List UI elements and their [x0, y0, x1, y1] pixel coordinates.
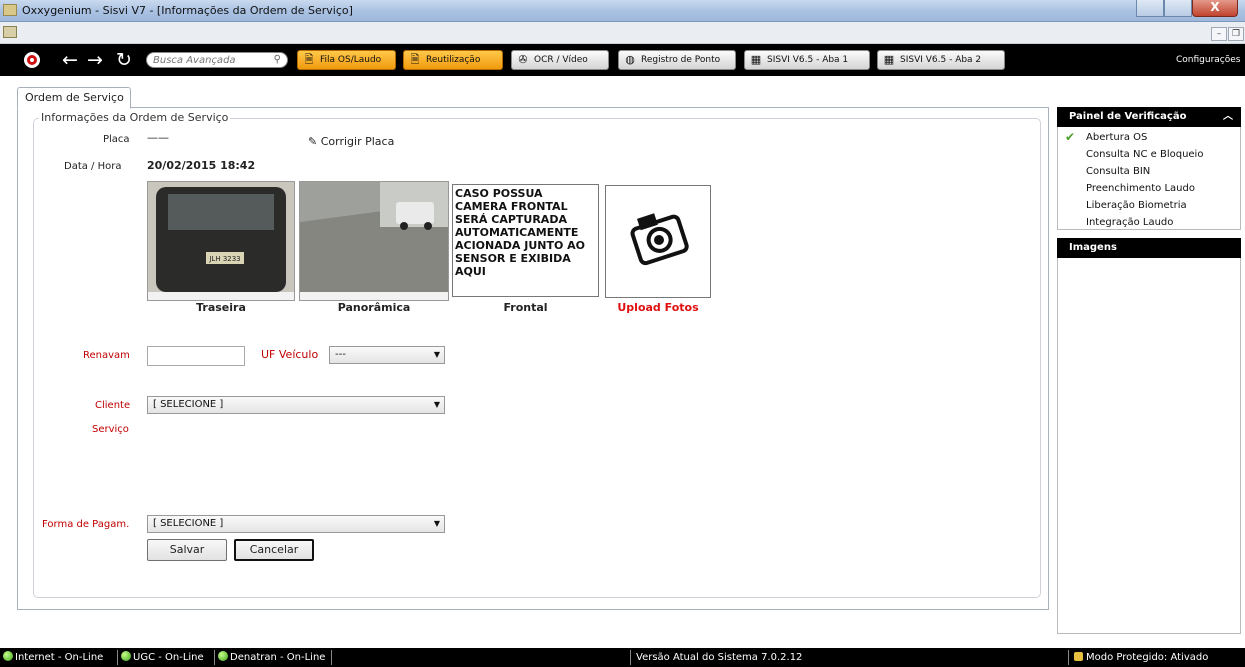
renavam-label: Renavam: [83, 350, 130, 361]
checklist-item: Preenchimento Laudo: [1086, 183, 1195, 194]
forward-arrow-icon[interactable]: →: [87, 44, 103, 76]
checklist-item: Liberação Biometria: [1086, 200, 1187, 211]
sisvi-aba2-button[interactable]: ▦ SISVI V6.5 - Aba 2: [877, 50, 1005, 70]
cliente-select[interactable]: [ SELECIONE ] ▼: [147, 396, 445, 414]
datahora-label: Data / Hora: [64, 161, 122, 172]
close-button[interactable]: X: [1192, 0, 1238, 17]
grid-icon: ▦: [883, 53, 895, 66]
film-reel-icon: ✇: [518, 53, 528, 66]
status-bar: Internet - On-Line UGC - On-Line Denatra…: [0, 648, 1245, 667]
caption-frontal: Frontal: [503, 301, 548, 314]
status-divider: [331, 650, 332, 665]
upload-fotos-link[interactable]: Upload Fotos: [605, 301, 711, 314]
caption-traseira: Traseira: [196, 301, 246, 314]
plate-text: JLH 3233: [208, 255, 240, 263]
frontal-placeholder: CASO POSSUA CAMERA FRONTAL SERÁ CAPTURAD…: [452, 184, 599, 297]
renavam-input[interactable]: [147, 346, 245, 366]
placa-label: Placa: [103, 134, 130, 145]
datahora-value: 20/02/2015 18:42: [147, 159, 256, 172]
lock-icon: [1074, 652, 1083, 661]
caption-panoramica: Panorâmica: [337, 301, 411, 314]
forma-pagamento-select[interactable]: [ SELECIONE ] ▼: [147, 515, 445, 533]
checklist-item: Consulta BIN: [1086, 166, 1151, 177]
app-icon: [3, 4, 17, 16]
corrigir-placa-link[interactable]: ✎ Corrigir Placa: [308, 135, 394, 148]
photo-traseira[interactable]: JLH 3233: [147, 181, 295, 301]
cancelar-button[interactable]: Cancelar: [234, 539, 314, 561]
painel-verificacao-header[interactable]: Painel de Verificação ︿: [1057, 107, 1241, 127]
logo-icon[interactable]: [22, 44, 42, 80]
checklist-item: Abertura OS: [1086, 132, 1148, 143]
online-status-icon: [3, 651, 13, 661]
status-modo-protegido: Modo Protegido: Ativado: [1074, 648, 1208, 667]
search-icon[interactable]: ⚲: [274, 53, 281, 67]
status-ugc: UGC - On-Line: [121, 648, 204, 667]
checkmark-icon: ✔: [1065, 130, 1076, 144]
imagens-header: Imagens: [1057, 238, 1241, 258]
checklist-item: Consulta NC e Bloqueio: [1086, 149, 1204, 160]
mdi-menubar: – ❐: [0, 22, 1245, 44]
servico-label: Serviço: [92, 424, 129, 435]
main-toolbar: ← → ↻ ⚲ 🗎Fila OS/Laudo 🗎Reutilização ✇OC…: [0, 44, 1245, 76]
ocr-video-button[interactable]: ✇ OCR / Vídeo: [511, 50, 609, 70]
online-status-icon: [121, 651, 131, 661]
registro-ponto-button[interactable]: ◍ Registro de Ponto: [618, 50, 736, 70]
forma-pagamento-label: Forma de Pagam.: [42, 519, 130, 530]
fieldset-legend: Informações da Ordem de Serviço: [39, 111, 231, 124]
window-titlebar: Oxxygenium - Sisvi V7 - [Informações da …: [0, 0, 1245, 22]
status-denatran: Denatran - On-Line: [218, 648, 325, 667]
pencil-icon: ✎: [308, 135, 318, 148]
maximize-button[interactable]: [1164, 0, 1192, 17]
search-input[interactable]: [153, 53, 263, 68]
tab-ordem-servico[interactable]: Ordem de Serviço: [17, 87, 131, 109]
photo-panoramica[interactable]: [299, 181, 449, 301]
status-divider: [117, 650, 118, 665]
checklist-item: Integração Laudo: [1086, 217, 1174, 228]
mdi-restore-button[interactable]: ❐: [1228, 27, 1244, 41]
camera-icon: [630, 213, 689, 266]
dropdown-arrow-icon: ▼: [433, 350, 440, 359]
status-divider: [630, 650, 631, 665]
reutilizacao-button[interactable]: 🗎 Reutilização: [403, 50, 503, 70]
fila-os-laudo-button[interactable]: 🗎 Fila OS/Laudo: [297, 50, 396, 70]
refresh-icon[interactable]: ↻: [116, 44, 132, 76]
collapse-caret-icon[interactable]: ︿: [1223, 107, 1233, 127]
dropdown-arrow-icon: ▼: [433, 519, 440, 528]
uf-veiculo-select[interactable]: --- ▼: [329, 346, 445, 364]
cliente-label: Cliente: [95, 400, 131, 411]
verification-checklist: ✔ Abertura OS Consulta NC e Bloqueio Con…: [1057, 127, 1241, 230]
status-divider: [214, 650, 215, 665]
configuracoes-link[interactable]: Configurações: [1176, 44, 1240, 76]
fingerprint-icon: ◍: [625, 53, 635, 66]
document-icon: 🗎: [410, 53, 420, 66]
online-status-icon: [218, 651, 228, 661]
uf-veiculo-label: UF Veículo: [261, 348, 319, 361]
upload-fotos-box[interactable]: [605, 185, 711, 298]
status-version: Versão Atual do Sistema 7.0.2.12: [636, 652, 803, 663]
sisvi-aba1-button[interactable]: ▦ SISVI V6.5 - Aba 1: [744, 50, 870, 70]
search-box[interactable]: ⚲: [146, 52, 288, 68]
grid-icon: ▦: [750, 53, 762, 66]
mdi-document-icon: [3, 26, 17, 38]
placa-value: ——: [147, 131, 169, 144]
mdi-minimize-button[interactable]: –: [1211, 27, 1227, 41]
window-title: Oxxygenium - Sisvi V7 - [Informações da …: [22, 4, 353, 17]
document-icon: 🗎: [304, 53, 314, 66]
back-arrow-icon[interactable]: ←: [62, 44, 78, 76]
imagens-panel: [1057, 258, 1241, 634]
status-internet: Internet - On-Line: [3, 648, 103, 667]
status-divider: [1068, 650, 1069, 665]
minimize-button[interactable]: [1136, 0, 1164, 17]
dropdown-arrow-icon: ▼: [433, 400, 440, 409]
salvar-button[interactable]: Salvar: [147, 539, 227, 561]
